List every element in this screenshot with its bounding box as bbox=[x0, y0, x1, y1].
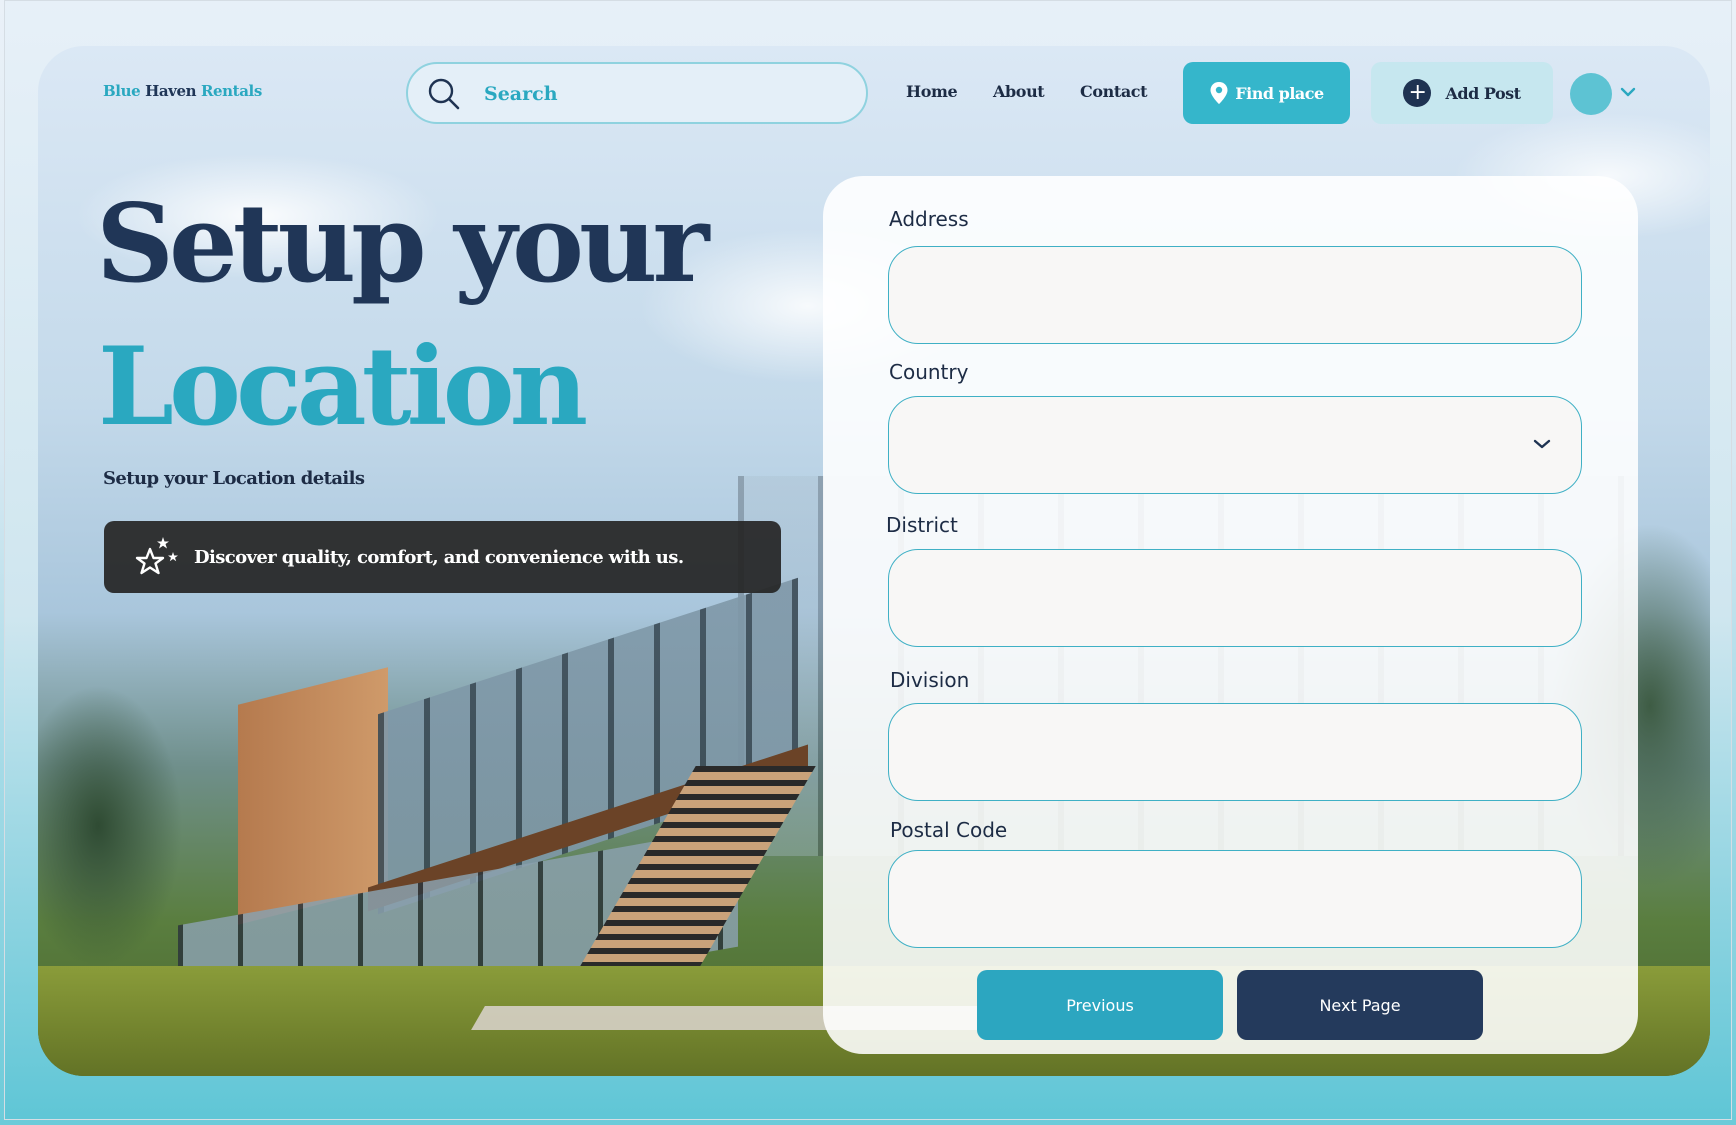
nav-about[interactable]: About bbox=[993, 82, 1045, 101]
search-input[interactable] bbox=[484, 78, 844, 110]
avatar[interactable] bbox=[1570, 73, 1612, 115]
district-label: District bbox=[886, 513, 958, 537]
brand-logo[interactable]: Blue Haven Rentals bbox=[103, 82, 262, 100]
add-post-label: Add Post bbox=[1445, 83, 1521, 103]
nav-home[interactable]: Home bbox=[906, 82, 958, 101]
tagline-banner: Discover quality, comfort, and convenien… bbox=[104, 521, 781, 593]
country-label: Country bbox=[889, 360, 969, 384]
district-field[interactable] bbox=[888, 549, 1582, 647]
division-field[interactable] bbox=[888, 703, 1582, 801]
division-label: Division bbox=[890, 668, 970, 692]
plus-icon: + bbox=[1403, 79, 1432, 107]
brand-part-2: Haven bbox=[145, 82, 197, 100]
map-pin-icon bbox=[1210, 82, 1228, 104]
district-input[interactable] bbox=[889, 550, 1581, 646]
tagline-text: Discover quality, comfort, and convenien… bbox=[194, 546, 684, 568]
brand-part-1: Blue bbox=[103, 82, 141, 100]
postal-code-input[interactable] bbox=[889, 851, 1581, 947]
chevron-down-icon[interactable] bbox=[1620, 86, 1636, 98]
address-label: Address bbox=[889, 207, 969, 231]
search-bar[interactable] bbox=[406, 62, 868, 124]
search-icon bbox=[428, 78, 460, 110]
find-place-label: Find place bbox=[1235, 83, 1324, 103]
find-place-button[interactable]: Find place bbox=[1183, 62, 1350, 124]
add-post-button[interactable]: + Add Post bbox=[1371, 62, 1553, 124]
next-page-button[interactable]: Next Page bbox=[1237, 970, 1483, 1040]
address-input[interactable] bbox=[889, 247, 1581, 343]
page-title-line-2: Location bbox=[98, 324, 588, 450]
page-title-line-1: Setup your bbox=[96, 181, 709, 307]
chevron-down-icon bbox=[1533, 439, 1551, 449]
postal-code-label: Postal Code bbox=[890, 818, 1008, 842]
house-wood-wall bbox=[238, 667, 388, 925]
division-input[interactable] bbox=[889, 704, 1581, 800]
stars-icon bbox=[135, 537, 178, 575]
nav-contact[interactable]: Contact bbox=[1080, 82, 1148, 101]
address-field[interactable] bbox=[888, 246, 1582, 344]
previous-button[interactable]: Previous bbox=[977, 970, 1223, 1040]
postal-code-field[interactable] bbox=[888, 850, 1582, 948]
header: Blue Haven Rentals Home About Contact Fi… bbox=[0, 0, 1736, 140]
page-subtitle: Setup your Location details bbox=[103, 468, 365, 489]
country-select[interactable] bbox=[888, 396, 1582, 494]
brand-part-3: Rentals bbox=[200, 82, 262, 100]
